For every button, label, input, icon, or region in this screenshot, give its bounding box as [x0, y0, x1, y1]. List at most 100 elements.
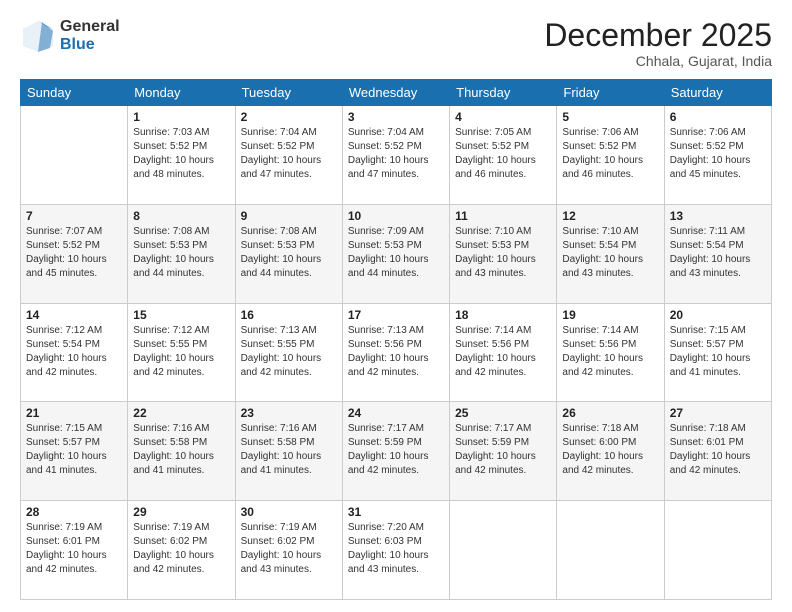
cell-line: Sunset: 5:52 PM — [562, 141, 636, 152]
cell-line: Sunset: 5:54 PM — [26, 339, 100, 350]
cell-line: and 42 minutes. — [562, 465, 633, 476]
cell-line: Daylight: 10 hours — [26, 254, 107, 265]
table-row: 10 Sunrise: 7:09 AMSunset: 5:53 PMDayligh… — [342, 204, 449, 303]
cell-line: Sunrise: 7:17 AM — [348, 423, 424, 434]
cell-line: Sunset: 5:56 PM — [348, 339, 422, 350]
location: Chhala, Gujarat, India — [544, 53, 772, 69]
cell-info: Sunrise: 7:10 AMSunset: 5:53 PMDaylight:… — [455, 225, 551, 281]
table-row: 2Sunrise: 7:04 AMSunset: 5:52 PMDaylight… — [235, 106, 342, 205]
cell-line: and 45 minutes. — [26, 268, 97, 279]
calendar-header-sunday: Sunday — [21, 80, 128, 106]
cell-line: and 43 minutes. — [562, 268, 633, 279]
cell-line: Daylight: 10 hours — [670, 353, 751, 364]
table-row: 28 Sunrise: 7:19 AM Sunset: 6:01 PM Dayligh… — [21, 501, 128, 600]
cell-line: Sunrise: 7:14 AM — [562, 325, 638, 336]
day-number: 24 — [348, 406, 444, 420]
table-row: 21Sunrise: 7:15 AMSunset: 5:57 PMDayligh… — [21, 402, 128, 501]
day-number: 21 — [26, 406, 122, 420]
cell-line: Daylight: 10 hours — [241, 550, 322, 561]
cell-line: Sunset: 5:55 PM — [133, 339, 207, 350]
cell-line: Daylight: 10 hours — [241, 155, 322, 166]
cell-info: Sunrise: 7:19 AMSunset: 6:02 PMDaylight:… — [241, 521, 337, 577]
cell-line: Daylight: 10 hours — [348, 451, 429, 462]
cell-line: and 41 minutes. — [133, 465, 204, 476]
cell-line: Daylight: 10 hours — [455, 451, 536, 462]
logo-blue: Blue — [60, 36, 120, 54]
cell-line: Sunrise: 7:08 AM — [241, 226, 317, 237]
table-row — [450, 501, 557, 600]
table-row: 12Sunrise: 7:10 AMSunset: 5:54 PMDayligh… — [557, 204, 664, 303]
table-row: 30 Sunrise: 7:19 AMSunset: 6:02 PMDayligh… — [235, 501, 342, 600]
cell-info: Sunrise: 7:17 AMSunset: 5:59 PMDaylight:… — [455, 422, 551, 478]
cell-info: Sunrise: 7:15 AMSunset: 5:57 PMDaylight:… — [670, 324, 766, 380]
cell-line: Sunrise: 7:17 AM — [455, 423, 531, 434]
cell-line: Sunset: 5:58 PM — [133, 437, 207, 448]
cell-line: Sunrise: 7:12 AM — [26, 325, 102, 336]
day-number: 29 — [133, 505, 229, 519]
day-number: 5 — [562, 110, 658, 124]
cell-line: Sunset: 6:00 PM — [562, 437, 636, 448]
day-number: 8 — [133, 209, 229, 223]
cell-line: Daylight: 10 hours — [562, 155, 643, 166]
cell-line: Sunset: 5:56 PM — [455, 339, 529, 350]
cell-info: Sunrise: 7:13 AMSunset: 5:55 PMDaylight:… — [241, 324, 337, 380]
cell-line: Sunrise: 7:10 AM — [455, 226, 531, 237]
cell-line: Sunset: 6:01 PM — [26, 536, 100, 547]
cell-line: Sunrise: 7:16 AM — [241, 423, 317, 434]
cell-line: Daylight: 10 hours — [26, 550, 107, 561]
cell-line: Sunset: 5:57 PM — [26, 437, 100, 448]
cell-line: Sunrise: 7:15 AM — [26, 423, 102, 434]
table-row: 18Sunrise: 7:14 AMSunset: 5:56 PMDayligh… — [450, 303, 557, 402]
day-number: 13 — [670, 209, 766, 223]
cell-line: Sunrise: 7:10 AM — [562, 226, 638, 237]
cell-line: Sunrise: 7:19 AM — [26, 522, 102, 533]
cell-line: Sunset: 6:03 PM — [348, 536, 422, 547]
calendar-header-tuesday: Tuesday — [235, 80, 342, 106]
day-number: 23 — [241, 406, 337, 420]
cell-line: Sunrise: 7:14 AM — [455, 325, 531, 336]
cell-line: and 41 minutes. — [241, 465, 312, 476]
cell-info: Sunrise: 7:14 AMSunset: 5:56 PMDaylight:… — [562, 324, 658, 380]
table-row: 23Sunrise: 7:16 AMSunset: 5:58 PMDayligh… — [235, 402, 342, 501]
cell-info: Sunrise: 7:08 AMSunset: 5:53 PMDaylight:… — [241, 225, 337, 281]
day-number: 30 — [241, 505, 337, 519]
cell-info: Sunrise: 7:09 AMSunset: 5:53 PMDaylight:… — [348, 225, 444, 281]
cell-line: Sunset: 5:58 PM — [241, 437, 315, 448]
cell-line: and 42 minutes. — [562, 367, 633, 378]
table-row: 22Sunrise: 7:16 AMSunset: 5:58 PMDayligh… — [128, 402, 235, 501]
table-row: 11Sunrise: 7:10 AMSunset: 5:53 PMDayligh… — [450, 204, 557, 303]
table-row: 17Sunrise: 7:13 AMSunset: 5:56 PMDayligh… — [342, 303, 449, 402]
day-number: 31 — [348, 505, 444, 519]
cell-line: Daylight: 10 hours — [455, 353, 536, 364]
cell-info: Sunrise: 7:03 AMSunset: 5:52 PMDaylight:… — [133, 126, 229, 182]
cell-line: Daylight: 10 hours — [348, 550, 429, 561]
cell-line: and 42 minutes. — [133, 564, 204, 575]
cell-line: Sunrise: 7:19 AM — [241, 522, 317, 533]
cell-line: and 47 minutes. — [348, 169, 419, 180]
cell-line: Daylight: 10 hours — [133, 353, 214, 364]
day-number: 10 — [348, 209, 444, 223]
cell-line: Daylight: 10 hours — [670, 155, 751, 166]
calendar-header-wednesday: Wednesday — [342, 80, 449, 106]
table-row: 5Sunrise: 7:06 AMSunset: 5:52 PMDaylight… — [557, 106, 664, 205]
cell-line: Sunrise: 7:13 AM — [241, 325, 317, 336]
table-row: 24Sunrise: 7:17 AMSunset: 5:59 PMDayligh… — [342, 402, 449, 501]
cell-line: Sunset: 5:52 PM — [670, 141, 744, 152]
logo-svg — [20, 18, 56, 54]
cell-line: Sunset: 5:53 PM — [133, 240, 207, 251]
cell-line: Sunset: 5:56 PM — [562, 339, 636, 350]
day-number: 28 — [26, 505, 122, 519]
cell-line: Sunrise: 7:03 AM — [133, 127, 209, 138]
cell-info: Sunrise: 7:11 AMSunset: 5:54 PMDaylight:… — [670, 225, 766, 281]
day-number: 16 — [241, 308, 337, 322]
cell-line: Daylight: 10 hours — [348, 155, 429, 166]
table-row: 19Sunrise: 7:14 AMSunset: 5:56 PMDayligh… — [557, 303, 664, 402]
day-number: 26 — [562, 406, 658, 420]
cell-line: and 42 minutes. — [455, 465, 526, 476]
table-row: 13 Sunrise: 7:11 AMSunset: 5:54 PMDayligh… — [664, 204, 771, 303]
table-row — [664, 501, 771, 600]
cell-line: Sunset: 5:52 PM — [241, 141, 315, 152]
cell-line: Sunset: 6:01 PM — [670, 437, 744, 448]
day-number: 7 — [26, 209, 122, 223]
cell-line: and 46 minutes. — [562, 169, 633, 180]
